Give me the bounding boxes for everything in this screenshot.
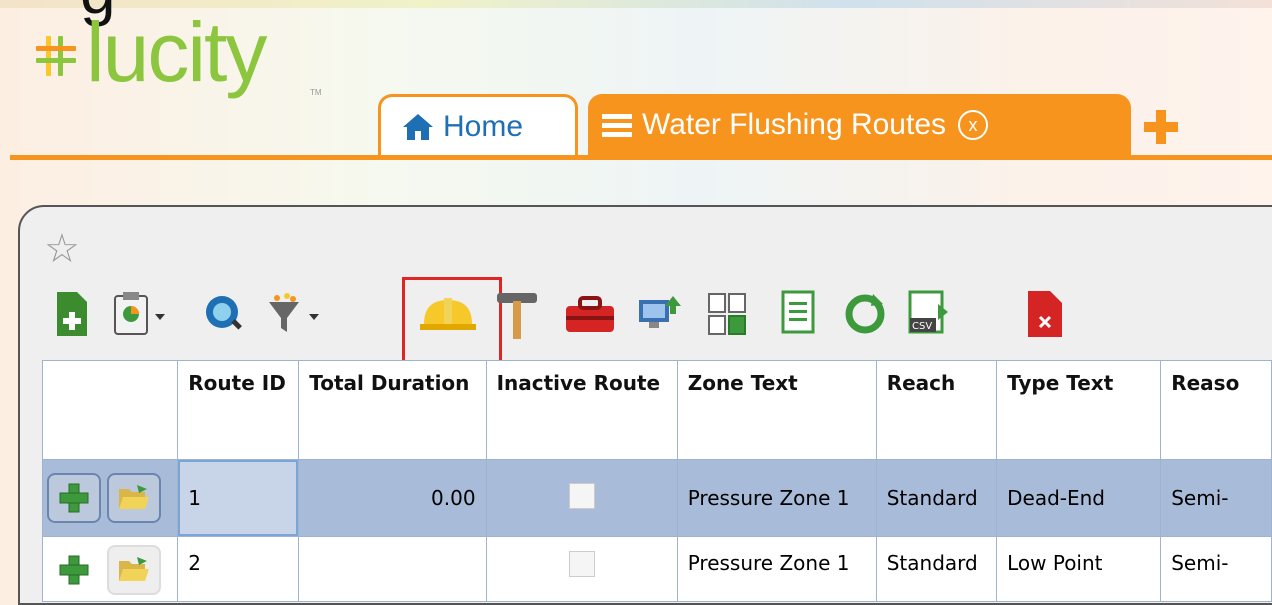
monitor-upload-icon[interactable] bbox=[632, 289, 688, 339]
cell-route-id[interactable]: 1 bbox=[177, 459, 300, 537]
column-header-reason[interactable]: Reaso bbox=[1160, 360, 1272, 460]
logo-trademark: TM bbox=[310, 88, 322, 97]
cell-inactive-route[interactable] bbox=[485, 536, 678, 602]
table-row[interactable]: 2 Pressure Zone 1 Standard Low Point Sem… bbox=[41, 536, 1272, 602]
add-tab-button[interactable] bbox=[1144, 110, 1178, 144]
inactive-checkbox[interactable] bbox=[568, 551, 595, 577]
highlight-box bbox=[402, 277, 502, 371]
open-record-button[interactable] bbox=[107, 473, 161, 523]
cell-reach[interactable]: Standard bbox=[875, 459, 998, 537]
column-header-actions bbox=[41, 360, 179, 460]
home-icon bbox=[403, 113, 433, 140]
inactive-checkbox[interactable] bbox=[568, 482, 595, 509]
column-header-route-id[interactable]: Route ID bbox=[177, 360, 300, 460]
list-icon bbox=[602, 114, 632, 137]
column-header-inactive-route[interactable]: Inactive Route bbox=[485, 360, 678, 460]
cell-inactive-route[interactable] bbox=[485, 459, 678, 537]
document-icon[interactable] bbox=[772, 289, 822, 339]
row-actions bbox=[41, 459, 179, 537]
tab-active-label: Water Flushing Routes bbox=[642, 108, 947, 141]
cell-type-text[interactable]: Dead-End bbox=[996, 459, 1162, 537]
cell-type-text[interactable]: Low Point bbox=[996, 536, 1162, 602]
csv-export-icon[interactable]: CSV bbox=[902, 289, 956, 339]
filter-icon[interactable] bbox=[262, 289, 332, 339]
map-icon[interactable] bbox=[202, 289, 246, 339]
table-row[interactable]: 1 0.00 Pressure Zone 1 Standard Dead-End… bbox=[41, 459, 1272, 537]
cell-reach[interactable]: Standard bbox=[875, 536, 998, 602]
cell-total-duration[interactable] bbox=[298, 536, 487, 602]
add-child-button[interactable] bbox=[47, 545, 101, 595]
add-child-button[interactable] bbox=[47, 473, 101, 523]
add-record-icon[interactable] bbox=[52, 289, 92, 339]
column-header-type-text[interactable]: Type Text bbox=[996, 360, 1162, 460]
copy-icon[interactable] bbox=[702, 289, 752, 339]
column-header-total-duration[interactable]: Total Duration bbox=[298, 360, 487, 460]
close-tab-button[interactable]: x bbox=[958, 110, 989, 140]
toolbox-icon[interactable] bbox=[562, 289, 618, 339]
open-folder-icon bbox=[119, 485, 149, 509]
tab-home-label: Home bbox=[443, 109, 524, 143]
tab-water-flushing-routes[interactable]: Water Flushing Routes x bbox=[588, 94, 1131, 156]
row-actions bbox=[41, 536, 179, 602]
cell-total-duration[interactable]: 0.00 bbox=[298, 459, 487, 537]
column-header-zone-text[interactable]: Zone Text bbox=[676, 360, 877, 460]
logo-text: lucity bbox=[86, 5, 267, 99]
open-record-button[interactable] bbox=[107, 545, 161, 595]
svg-text:CSV: CSV bbox=[912, 321, 932, 332]
report-icon[interactable] bbox=[110, 289, 176, 339]
cell-route-id[interactable]: 2 bbox=[177, 536, 300, 602]
open-folder-icon bbox=[119, 557, 149, 581]
cell-zone-text[interactable]: Pressure Zone 1 bbox=[676, 536, 877, 602]
routes-grid: Route ID Total Duration Inactive Route Z… bbox=[41, 360, 1272, 602]
delete-record-icon[interactable] bbox=[1020, 289, 1070, 339]
logo-mark-icon bbox=[36, 36, 76, 76]
toolbar: CSV bbox=[52, 277, 1272, 371]
cell-zone-text[interactable]: Pressure Zone 1 bbox=[676, 459, 877, 537]
hammer-icon[interactable] bbox=[492, 289, 542, 339]
tab-home[interactable]: Home bbox=[378, 94, 578, 156]
column-header-reach[interactable]: Reach bbox=[875, 360, 998, 460]
favorite-star-icon[interactable]: ☆ bbox=[44, 229, 80, 269]
tab-bar-underline bbox=[10, 155, 1272, 160]
plus-icon bbox=[59, 483, 89, 513]
cell-reason[interactable]: Semi- bbox=[1160, 459, 1272, 537]
cell-reason[interactable]: Semi- bbox=[1160, 536, 1272, 602]
plus-icon bbox=[59, 555, 89, 585]
refresh-icon[interactable] bbox=[840, 289, 890, 339]
